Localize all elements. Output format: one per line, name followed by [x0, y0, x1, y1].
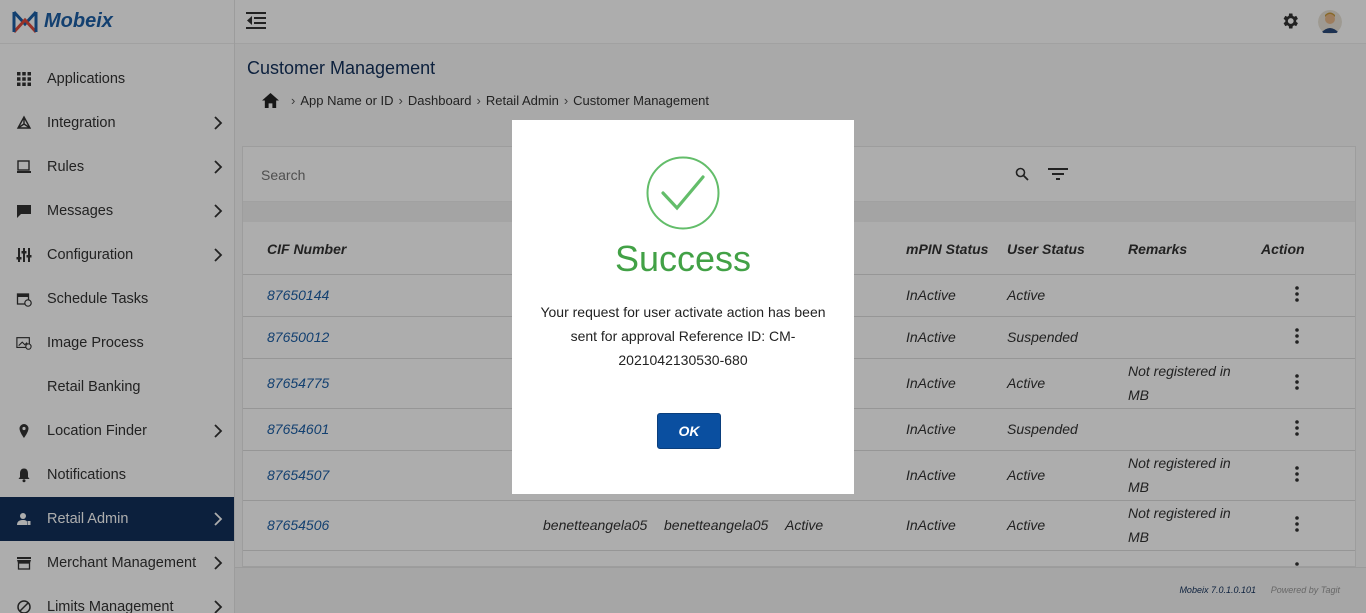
ok-button[interactable]: OK — [657, 413, 721, 449]
dialog-title: Success — [614, 238, 752, 279]
success-check-icon — [646, 156, 720, 230]
dialog-message: Your request for user activate action ha… — [540, 304, 826, 368]
success-dialog: Success Your request for user activate a… — [512, 120, 854, 494]
